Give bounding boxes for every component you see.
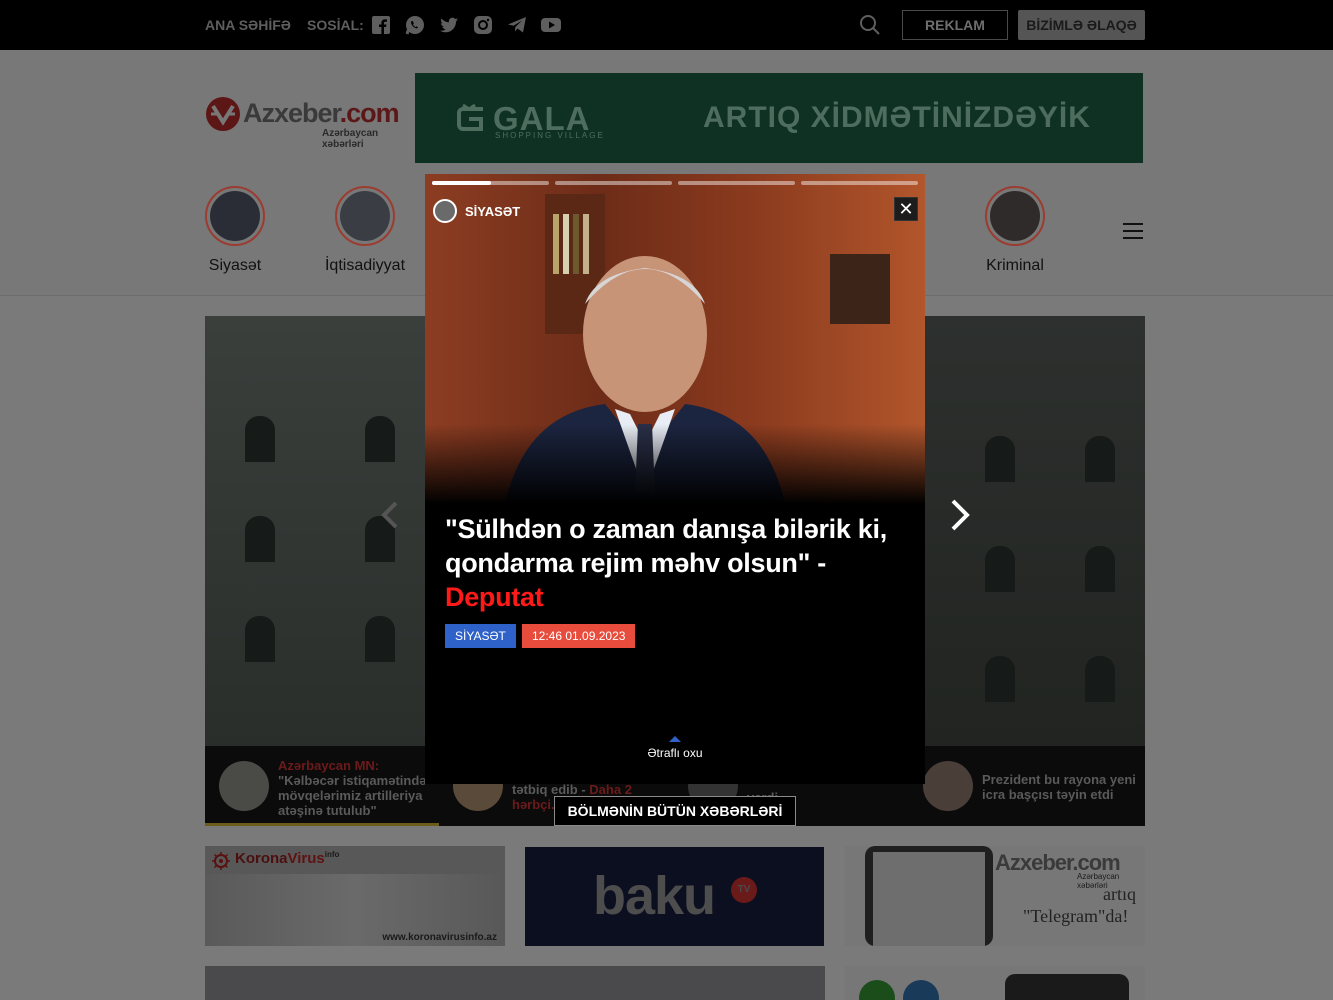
baku-tv-logo: baku [593,866,716,926]
story-photo [425,174,925,504]
story-progress [432,181,918,187]
facebook-icon[interactable] [371,15,391,35]
youtube-icon[interactable] [541,15,561,35]
thumb-title: Prezident bu rayona yeni icra başçısı tə… [982,772,1136,802]
top-bar: ANA SƏHİFƏ SOSİAL: REKLAM BİZİMLƏ ƏLAQƏ [0,0,1333,50]
gala-ad-banner[interactable]: GALA SHOPPING VILLAGE ARTIQ XİDMƏTİNİZDƏ… [415,73,1143,163]
search-icon[interactable] [859,14,881,36]
story-label: Siyasət [208,257,262,274]
twitter-icon[interactable] [439,15,459,35]
social-icons [371,15,561,35]
story-category-header[interactable]: SİYASƏT [433,199,520,223]
telegram-promo-line2: "Telegram"da! [1023,906,1129,926]
story-siyaset[interactable]: Siyasət [175,186,295,275]
telegram-icon[interactable] [507,15,527,35]
category-avatar [433,199,457,223]
banner-brand-sub: SHOPPING VILLAGE [495,131,605,140]
story-avatar [335,186,395,246]
nav-home-link[interactable]: ANA SƏHİFƏ [205,17,291,33]
virus-icon [212,852,230,870]
social-label: SOSİAL: [307,17,364,33]
koronavirus-url: www.koronavirusinfo.az [382,932,497,943]
phone-image [865,846,993,946]
story-label: Kriminal [986,257,1044,274]
contact-button[interactable]: BİZİMLƏ ƏLAQƏ [1018,10,1145,40]
slider-thumb[interactable]: Prezident bu rayona yeni icra başçısı tə… [909,746,1145,826]
story-kriminal[interactable]: Kriminal [955,186,1075,275]
koronavirus-banner[interactable]: KoronaVirusinfo www.koronavirusinfo.az [205,846,505,946]
logo-mark-icon [206,97,240,131]
story-modal: SİYASƏT ✕ "Sülhdən o zaman danışa biləri… [425,174,925,784]
baku-tv-banner[interactable]: baku TV [525,847,824,946]
instagram-icon[interactable] [473,15,493,35]
story-category-name: SİYASƏT [465,203,521,219]
next-story-arrow-icon[interactable] [946,498,974,532]
date-tag: 12:46 01.09.2023 [522,624,636,648]
thumb-image [219,761,269,811]
story-avatar [985,186,1045,246]
telegram-promo-line1: artıq [1103,884,1136,904]
banner-slogan: ARTIQ XİDMƏTİNİZDƏYİK [703,101,1091,134]
telegram-promo-banner[interactable]: Azxeber.com Azərbaycan xəbərləri artıq "… [845,846,1145,946]
logo-tagline: Azərbaycan xəbərləri [322,128,379,150]
gala-logo-icon [457,103,483,131]
progress-segment [801,181,918,185]
feature-news-image[interactable] [205,966,825,1000]
all-section-news-button[interactable]: BÖLMƏNİN BÜTÜN XƏBƏRLƏRİ [554,796,796,826]
prev-story-arrow-icon[interactable] [378,500,402,530]
read-more-link[interactable]: Ətraflı oxu [625,736,725,760]
hamburger-menu-icon[interactable] [1123,222,1143,240]
slide-image-left [205,316,425,746]
thumb-image [923,761,973,811]
read-more-label: Ətraflı oxu [647,746,703,760]
koronavirus-title: KoronaVirusinfo [235,850,340,867]
story-avatar [205,186,265,246]
story-label: İqtisadiyyat [324,257,406,274]
whatsapp-icon[interactable] [405,15,425,35]
thumb-active-indicator [205,823,439,826]
progress-segment [432,181,549,185]
story-iqtisadiyyat[interactable]: İqtisadiyyat [305,186,425,275]
progress-segment [555,181,672,185]
reklam-button[interactable]: REKLAM [902,10,1008,40]
slider-thumb[interactable]: Azərbaycan MN: "Kəlbəcər istiqamətində mö… [205,746,439,826]
site-logo[interactable]: Azxeber.com Azərbaycan xəbərləri [205,96,410,150]
category-tag[interactable]: SİYASƏT [445,624,516,648]
close-icon[interactable]: ✕ [894,197,918,221]
story-headline[interactable]: "Sülhdən o zaman danışa bilərik ki, qond… [445,512,915,614]
logo-text: Azxeber.com [243,98,400,128]
progress-segment [678,181,795,185]
thumb-title: Azərbaycan MN: "Kəlbəcər istiqamətində mö… [278,758,427,818]
baku-tv-badge: TV [731,877,757,903]
chevron-up-icon [669,736,681,742]
side-ad-banner[interactable] [845,966,1145,1000]
